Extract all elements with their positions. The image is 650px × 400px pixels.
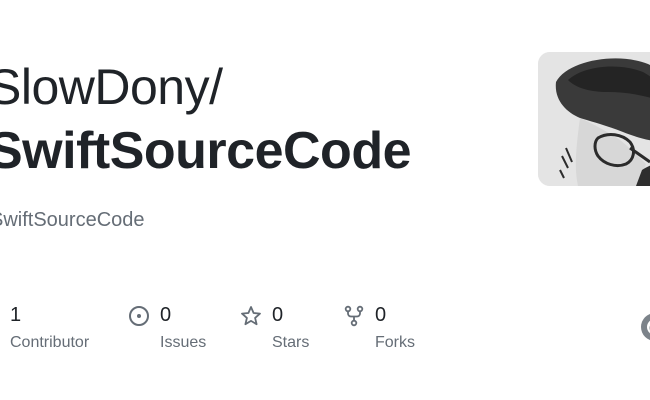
contributors-label: Contributor — [10, 334, 90, 351]
issues-label: Issues — [160, 334, 207, 351]
star-icon — [241, 306, 261, 326]
forks-label: Forks — [375, 334, 415, 351]
repo-forked-icon — [344, 305, 364, 327]
repo-description: SwiftSourceCode — [0, 209, 145, 231]
avatar-photo — [538, 52, 650, 186]
stars-label: Stars — [272, 334, 310, 351]
repo-social-card: SlowDony/ SwiftSourceCode SwiftSourceCod… — [0, 0, 650, 400]
repo-owner: SlowDony/ — [0, 59, 223, 115]
repo-stats: 1 Contributor 0 Issues 0 Stars 0 Forks — [0, 300, 650, 360]
stars-count: 0 — [272, 304, 284, 326]
github-logo-icon — [641, 313, 650, 341]
contributors-count: 1 — [10, 304, 22, 326]
forks-count: 0 — [375, 304, 387, 326]
issue-opened-icon — [129, 306, 149, 326]
repo-name: SwiftSourceCode — [0, 122, 412, 180]
issues-count: 0 — [160, 304, 172, 326]
owner-avatar — [538, 52, 650, 186]
